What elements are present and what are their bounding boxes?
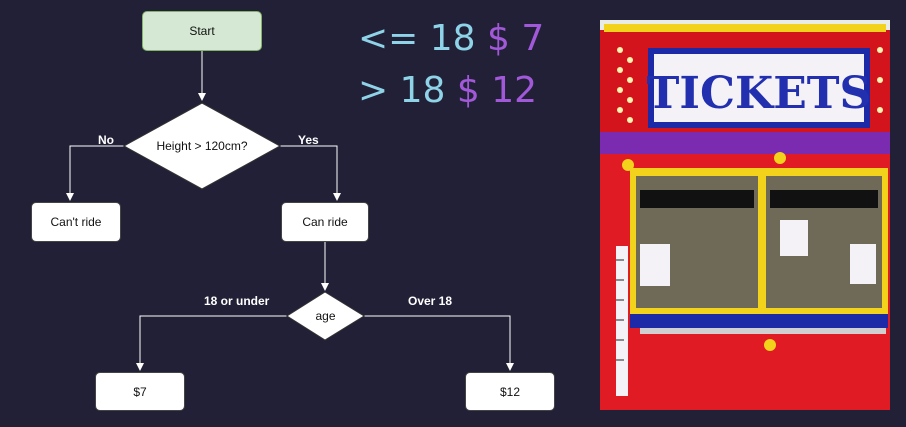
decision-height-label: Height > 120cm? [156,139,248,153]
ticket-booth-photo: TICKETS [600,20,890,410]
yes-label: Yes [298,133,319,147]
over-label: Over 18 [408,294,453,308]
pricing-line-1: <= 18 $ 7 [358,18,544,59]
pricing-price-1: $ 7 [487,18,545,59]
decision-age-label: age [315,309,336,323]
pricing-op-1: <= 18 [358,18,476,59]
pricing-line-2: > 18 $ 12 [358,70,537,111]
cant-ride-node: Can't ride [31,202,121,242]
can-ride-node: Can ride [281,202,369,242]
price-high-node: $12 [465,372,555,411]
booth-sign-text: TICKETS [647,68,872,119]
pricing-price-2: $ 12 [456,70,538,111]
no-label: No [98,133,114,147]
price-low-node: $7 [95,372,185,411]
edge-under-branch [136,315,287,371]
edge-over-branch [364,315,514,371]
start-node: Start [142,11,262,51]
ticket-booth-illustration: TICKETS [600,20,890,410]
under-label: 18 or under [204,294,270,308]
edge-no-branch [66,145,124,201]
pricing-op-2: > 18 [358,70,446,111]
edge-yes-branch [280,145,341,201]
